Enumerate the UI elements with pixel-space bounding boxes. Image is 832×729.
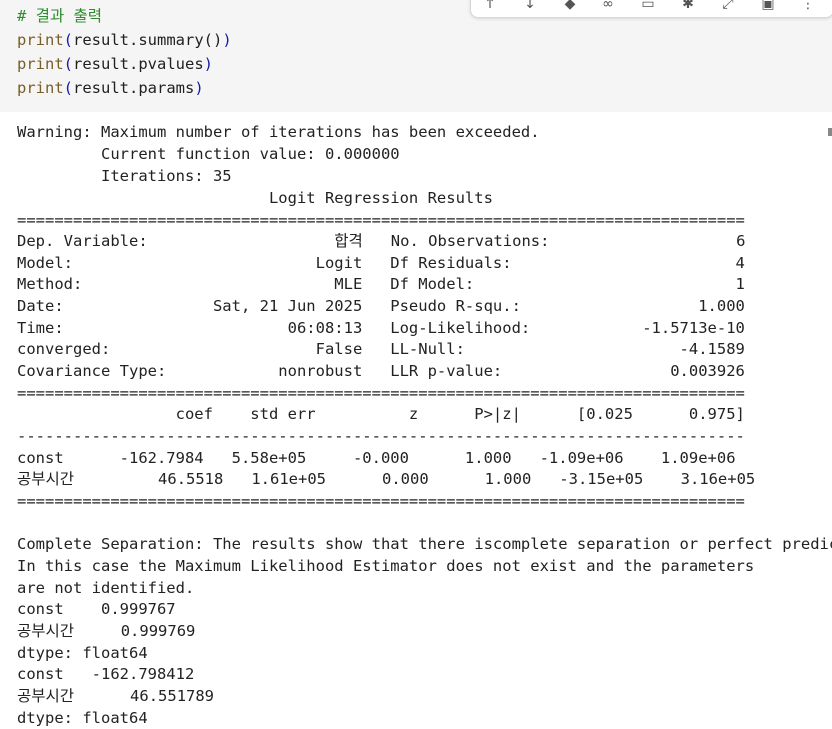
output-line: are not identified.: [17, 579, 195, 597]
gear-icon[interactable]: ✱: [679, 0, 697, 13]
code-fn: print: [17, 79, 64, 97]
arrow-down-icon[interactable]: ↓: [521, 0, 539, 13]
code-line-2: print(result.pvalues): [17, 55, 214, 73]
comment-icon[interactable]: ▭: [639, 0, 657, 13]
output-line: ========================================…: [17, 492, 745, 510]
code-comment-line: # 결과 출력: [17, 4, 102, 28]
output-line: converged: False LL-Null: -4.1589: [17, 340, 745, 358]
output-scroll-marker[interactable]: [828, 128, 832, 136]
output-line: 공부시간 0.999769: [17, 622, 196, 640]
output-line: ========================================…: [17, 211, 745, 229]
code-arg: result.pvalues: [73, 55, 204, 73]
code-fn: print: [17, 31, 64, 49]
delete-icon[interactable]: ▣: [759, 0, 777, 13]
code-line-3: print(result.params): [17, 79, 204, 97]
output-line: Date: Sat, 21 Jun 2025 Pseudo R-squ.: 1.…: [17, 297, 745, 315]
link-icon[interactable]: ∞: [599, 0, 617, 13]
arrow-up-icon[interactable]: ↑: [481, 0, 499, 13]
output-line: Method: MLE Df Model: 1: [17, 275, 745, 293]
output-line: dtype: float64: [17, 709, 148, 727]
output-line: Time: 06:08:13 Log-Likelihood: -1.5713e-…: [17, 319, 745, 337]
code-line-1: print(result.summary()): [17, 31, 232, 49]
expand-icon[interactable]: ⤢: [719, 0, 737, 13]
output-line: ========================================…: [17, 384, 745, 402]
more-icon[interactable]: ⋮: [799, 0, 817, 13]
output-line: Warning: Maximum number of iterations ha…: [17, 123, 540, 141]
output-line: 공부시간 46.5518 1.61e+05 0.000 1.000 -3.15e…: [17, 470, 756, 488]
output-line: In this case the Maximum Likelihood Esti…: [17, 557, 755, 575]
tag-icon[interactable]: ◆: [561, 0, 579, 13]
output-line: Covariance Type: nonrobust LLR p-value: …: [17, 362, 745, 380]
output-line: Complete Separation: The results show th…: [17, 535, 832, 553]
output-line: Logit Regression Results: [17, 189, 493, 207]
code-fn: print: [17, 55, 64, 73]
output-line: coef std err z P>|z| [0.025 0.975]: [17, 405, 745, 423]
output-line: dtype: float64: [17, 644, 148, 662]
code-arg: result.summary(): [73, 31, 223, 49]
output-line: const 0.999767: [17, 600, 176, 618]
output-line: Dep. Variable: 합격 No. Observations: 6: [17, 232, 746, 250]
cell-output: Warning: Maximum number of iterations ha…: [0, 112, 832, 727]
output-line: ----------------------------------------…: [17, 427, 745, 445]
output-line: const -162.798412: [17, 665, 195, 683]
code-arg: result.params: [73, 79, 195, 97]
cell-toolbar: ↑ ↓ ◆ ∞ ▭ ✱ ⤢ ▣ ⋮: [470, 0, 832, 18]
output-line: Iterations: 35: [17, 167, 232, 185]
output-line: Current function value: 0.000000: [17, 145, 400, 163]
code-comment: # 결과 출력: [17, 7, 103, 25]
output-line: Model: Logit Df Residuals: 4: [17, 254, 745, 272]
output-line: 공부시간 46.551789: [17, 687, 215, 705]
output-line: const -162.7984 5.58e+05 -0.000 1.000 -1…: [17, 449, 736, 467]
